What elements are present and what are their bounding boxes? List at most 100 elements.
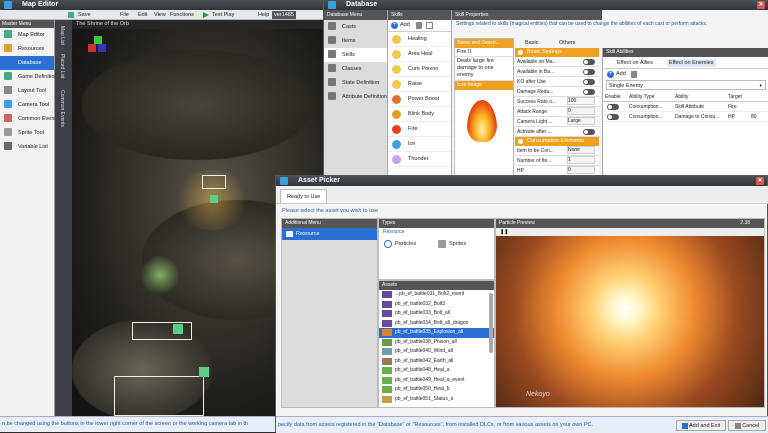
green-cube-icon[interactable]	[173, 324, 183, 334]
basic-setting-row[interactable]: Damage Redu...	[515, 87, 599, 97]
database-menu-item[interactable]: Items	[324, 34, 387, 48]
skill-list-item[interactable]: Fire	[388, 122, 451, 137]
asset-list-item[interactable]: pb_ef_battle032_Bolt3	[379, 300, 494, 310]
tab-ready-to-use[interactable]: Ready to Use	[280, 189, 328, 203]
tab-others[interactable]: Others	[559, 40, 576, 46]
tab-map-list[interactable]: Map List	[59, 26, 65, 45]
asset-list-item[interactable]: pb_ef_battle035_Explosion_all	[379, 328, 494, 338]
add-and-exit-button[interactable]: Add and Exit	[676, 420, 726, 431]
save-button[interactable]: Save	[78, 10, 91, 20]
skill-list-item[interactable]: Healing	[388, 32, 451, 47]
target-select[interactable]: Single Enemy ▾	[606, 80, 766, 90]
database-menu-item[interactable]: Classes	[324, 62, 387, 76]
enable-toggle[interactable]	[607, 114, 619, 120]
basic-settings-header[interactable]: Basic Settings	[515, 48, 599, 57]
green-cube-icon[interactable]	[210, 195, 218, 203]
file-menu[interactable]: File	[120, 10, 129, 20]
master-menu-item[interactable]: Database	[0, 56, 54, 70]
basic-setting-row[interactable]: Available on Ma...	[515, 57, 599, 67]
fire-icon[interactable]	[455, 90, 513, 150]
ability-row[interactable]: Consumption... Skill Attribute Fire	[603, 102, 768, 112]
asset-list-item[interactable]: pb_ef_battle050_Heal_b	[379, 385, 494, 395]
skill-list-item[interactable]: Area Heal	[388, 47, 451, 62]
save-icon[interactable]	[68, 12, 74, 18]
tab-placed-list[interactable]: Placed List	[59, 54, 65, 78]
toggle-switch[interactable]	[583, 129, 595, 135]
add-skill-button[interactable]: Add	[400, 22, 410, 28]
master-menu-item[interactable]: Sprite Tool	[0, 126, 54, 140]
axis-gizmo[interactable]	[88, 36, 108, 56]
master-menu-item[interactable]: Common Events	[0, 112, 59, 126]
tab-effect-on-allies[interactable]: Effect on Allies	[617, 60, 653, 66]
toggle-switch[interactable]	[583, 59, 595, 65]
pause-icon[interactable]: ❚❚	[500, 229, 508, 235]
database-menu-item[interactable]: Skills	[324, 48, 387, 62]
assets-scrollbar[interactable]	[489, 293, 493, 353]
play-icon[interactable]	[203, 12, 209, 18]
master-menu-item[interactable]: Camera Tool	[0, 98, 54, 112]
skill-list-item[interactable]: Thunder	[388, 152, 451, 167]
asset-list-item[interactable]: pb_ef_battle048_Heal_a	[379, 366, 494, 376]
database-menu-item[interactable]: State Definition	[324, 76, 387, 90]
toggle-switch[interactable]	[583, 89, 595, 95]
asset-list-item[interactable]: pb_ef_battle051_Status_a	[379, 395, 494, 405]
green-cube-icon[interactable]	[199, 367, 209, 377]
event-box[interactable]	[202, 175, 226, 189]
database-menu-item[interactable]: Attribute Definition	[324, 90, 387, 104]
master-menu-item[interactable]: Map Editor	[0, 28, 54, 42]
asset-list-item[interactable]: pb_ef_battle042_Earth_all	[379, 357, 494, 367]
master-menu-item[interactable]: Variable List	[0, 140, 54, 154]
functions-menu[interactable]: Functions	[170, 10, 194, 20]
skill-list-item[interactable]: Blink Body	[388, 107, 451, 122]
basic-setting-row[interactable]: Attack Range 0	[515, 107, 599, 117]
copy-icon[interactable]	[426, 22, 433, 29]
skill-list-item[interactable]: Cure Poison	[388, 62, 451, 77]
consumption-row[interactable]: Number of Ite... 1	[515, 156, 599, 166]
toggle-switch[interactable]	[583, 69, 595, 75]
asset-list-item[interactable]: pb_ef_battle034_Bolt_all_dragon	[379, 319, 494, 329]
add-icon[interactable]: +	[391, 22, 398, 29]
type-sprites[interactable]: Sprites	[437, 239, 487, 249]
basic-setting-row[interactable]: KO after Use	[515, 77, 599, 87]
basic-setting-row[interactable]: Camera Light ... Large	[515, 117, 599, 127]
asset-list-item[interactable]: pb_ef_battle038_Poison_all	[379, 338, 494, 348]
ability-row[interactable]: Consumption... Damage to Consu... HP 80	[603, 112, 768, 122]
consumption-row[interactable]: Item to be Con... None	[515, 146, 599, 156]
tab-common-events[interactable]: Common Events	[59, 90, 65, 127]
help-menu[interactable]: Help	[258, 10, 269, 20]
edit-menu[interactable]: Edit	[138, 10, 147, 20]
close-icon[interactable]: ✕	[757, 1, 765, 9]
tab-effect-on-enemies[interactable]: Effect on Enemies	[667, 59, 716, 67]
master-menu-item[interactable]: Layout Tool	[0, 84, 54, 98]
delete-icon[interactable]	[416, 22, 422, 29]
basic-setting-row[interactable]: Activate after ...	[515, 127, 599, 137]
view-menu[interactable]: View	[154, 10, 166, 20]
event-box[interactable]	[114, 376, 204, 416]
enable-toggle[interactable]	[607, 104, 619, 110]
test-play-button[interactable]: Test Play	[212, 10, 234, 20]
cancel-button[interactable]: Cancel	[728, 420, 766, 431]
add-ability-button[interactable]: Add	[616, 71, 626, 77]
skill-list-item[interactable]: Ice	[388, 137, 451, 152]
type-particles[interactable]: Particles	[383, 239, 433, 249]
basic-setting-row[interactable]: Available in Ba...	[515, 67, 599, 77]
asset-list-item[interactable]: pb_ef_battle040_Wind_all	[379, 347, 494, 357]
skill-description-field[interactable]: Deals large fire damage to one enemy	[455, 57, 513, 81]
asset-list-item[interactable]: pb_ef_battle049_Heal_a_event	[379, 376, 494, 386]
asset-list-item[interactable]: ...pb_ef_battle031_Bolt2_event	[379, 290, 494, 300]
skill-list-item[interactable]: Power Boost	[388, 92, 451, 107]
tab-basic[interactable]: Basic	[525, 40, 538, 46]
toggle-switch[interactable]	[583, 79, 595, 85]
consumption-elements-header[interactable]: Consumption Elements	[515, 137, 599, 146]
skill-list-item[interactable]: Raise	[388, 77, 451, 92]
trash-icon[interactable]	[631, 71, 637, 78]
master-menu-item[interactable]: Game Definition	[0, 70, 57, 84]
close-icon[interactable]: ✕	[756, 177, 764, 185]
asset-list-item[interactable]: pb_ef_battle033_Bolt_all	[379, 309, 494, 319]
menu-item-resource[interactable]: Resource	[282, 228, 377, 240]
event-box[interactable]	[132, 322, 192, 340]
database-menu-item[interactable]: Casts	[324, 20, 387, 34]
add-icon[interactable]: +	[607, 71, 614, 78]
skill-name-field[interactable]: Fire II	[455, 48, 513, 57]
master-menu-item[interactable]: Resources	[0, 42, 54, 56]
